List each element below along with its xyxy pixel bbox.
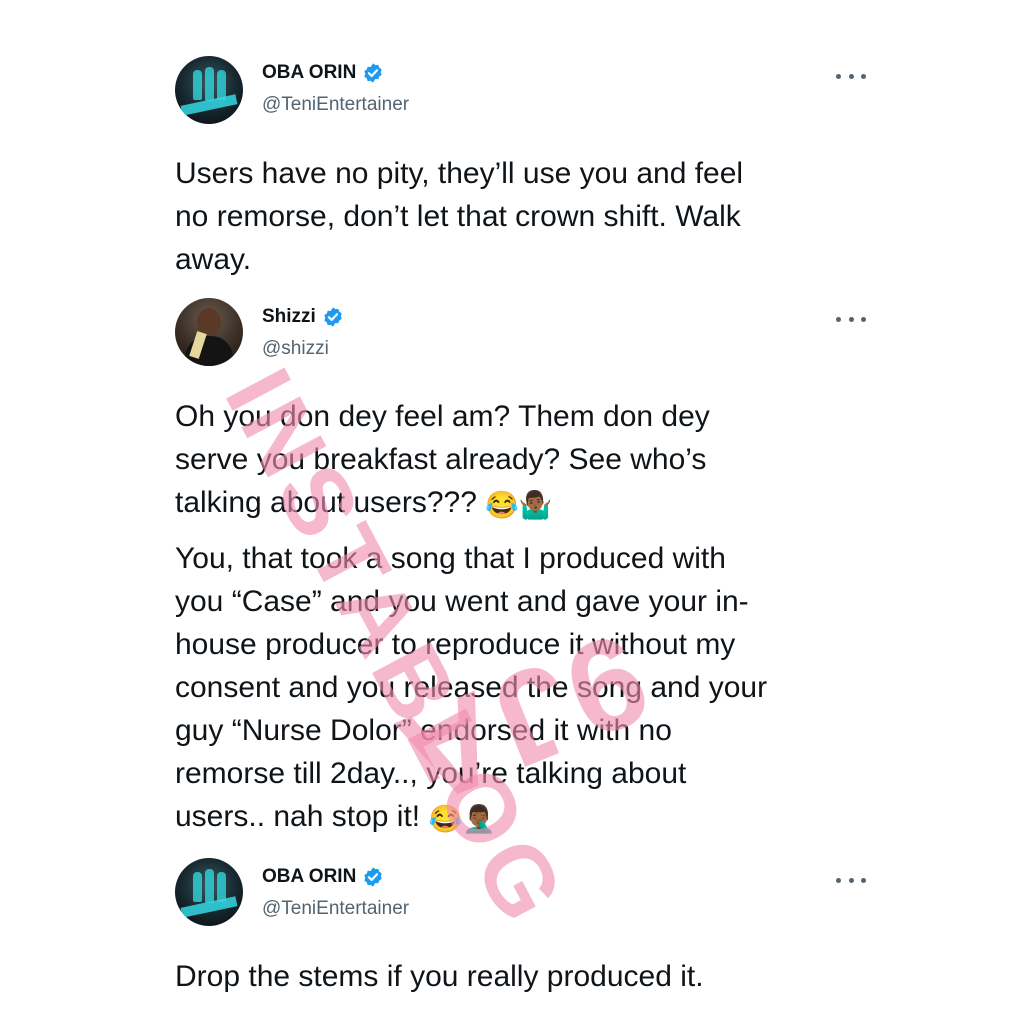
more-options-icon[interactable] [836,874,866,886]
verified-badge-icon [364,63,383,83]
tweet-text: Drop the stems if you really produced it… [175,960,704,993]
avatar-teni-entertainer[interactable] [175,858,243,926]
verified-badge-icon [324,307,342,327]
avatar-teni-entertainer[interactable] [175,56,243,124]
emoji-laugh-facepalm: 😂🤦🏾‍♂️ [428,804,496,834]
more-options-icon[interactable] [836,70,866,82]
display-name[interactable]: OBA ORIN [262,62,356,84]
verified-badge-icon [364,867,383,887]
user-handle[interactable]: @shizzi [262,338,329,360]
tweet-text-part-1: Oh you don dey feel am? Them don dey ser… [175,395,875,524]
user-handle[interactable]: @TeniEntertainer [262,94,409,116]
tweet-text-part-2: You, that took a song that I produced wi… [175,537,875,838]
display-name[interactable]: OBA ORIN [262,866,356,888]
avatar-shizzi[interactable] [175,298,243,366]
user-handle[interactable]: @TeniEntertainer [262,898,409,920]
tweet-text-line: You, that took a song that I produced wi… [175,542,768,833]
emoji-laugh-shrug: 😂🤷🏾‍♂️ [485,490,553,520]
display-name[interactable]: Shizzi [262,306,316,328]
more-options-icon[interactable] [836,313,866,325]
tweet-text: Users have no pity, they’ll use you and … [175,157,744,276]
tweet-text-line: Oh you don dey feel am? Them don dey ser… [175,400,710,519]
